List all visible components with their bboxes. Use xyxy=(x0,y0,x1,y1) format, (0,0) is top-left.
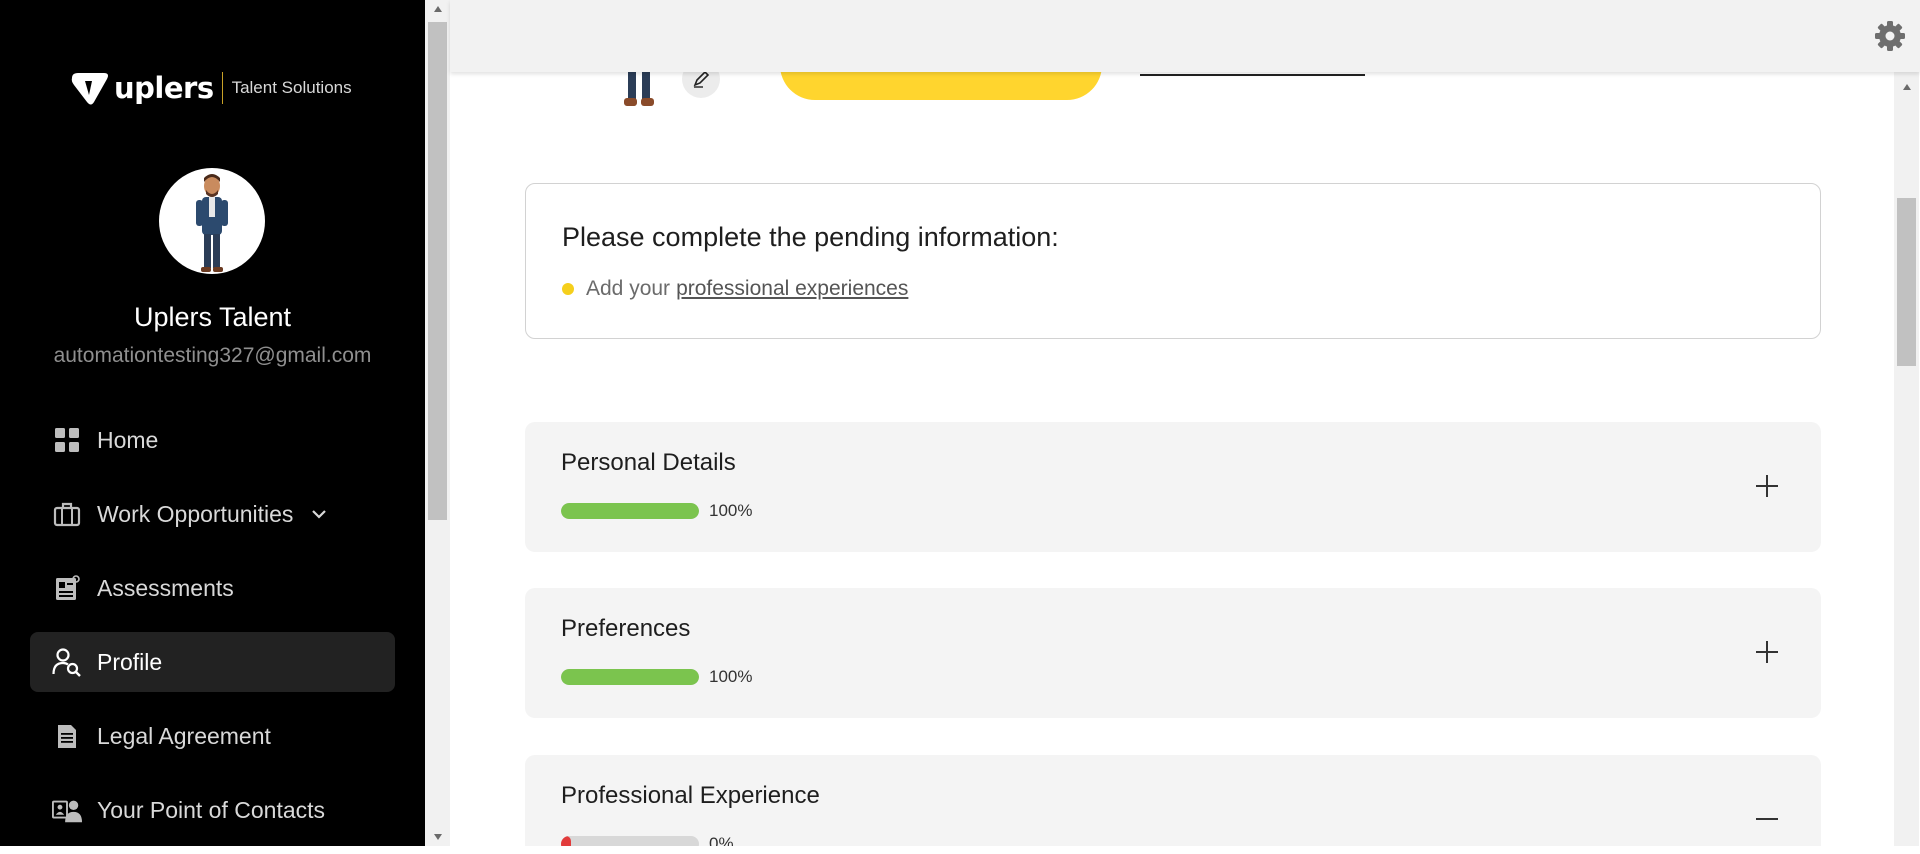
chevron-down-icon[interactable] xyxy=(311,506,327,522)
scroll-down-arrow-icon[interactable] xyxy=(425,828,450,846)
document-icon xyxy=(52,721,82,751)
section-personal-details[interactable]: Personal Details 100% xyxy=(525,422,1821,552)
sidebar-item-label: Profile xyxy=(97,648,163,675)
assessment-icon xyxy=(52,573,82,603)
pencil-icon xyxy=(693,70,710,88)
sidebar-item-assessments[interactable]: Assessments xyxy=(30,558,395,618)
logo-wordmark: uplers xyxy=(114,71,214,105)
sidebar-nav: Home Work Opportunities Assessments Prof… xyxy=(30,410,395,854)
section-preferences[interactable]: Preferences 100% xyxy=(525,588,1821,718)
sidebar: uplers Talent Solutions Uplers Talent au… xyxy=(0,0,425,846)
avatar[interactable] xyxy=(159,168,265,274)
sidebar-item-label: Assessments xyxy=(97,574,234,601)
user-email: automationtesting327@gmail.com xyxy=(53,344,372,367)
sidebar-item-label: Legal Agreement xyxy=(97,722,271,749)
gear-icon[interactable] xyxy=(1874,20,1906,52)
progress-fill xyxy=(561,836,571,846)
sidebar-scrollbar[interactable] xyxy=(425,0,450,846)
briefcase-icon xyxy=(52,499,82,529)
progress-fill xyxy=(561,669,699,685)
scroll-up-arrow-icon[interactable] xyxy=(1894,78,1919,96)
progress-bar xyxy=(561,836,699,846)
user-name: Uplers Talent xyxy=(133,302,292,332)
pending-item-prefix: Add your xyxy=(586,277,671,300)
main-scrollbar[interactable] xyxy=(1894,72,1919,846)
contacts-icon xyxy=(52,795,82,825)
section-title: Preferences xyxy=(561,615,691,642)
top-bar xyxy=(450,0,1920,72)
sidebar-item-legal-agreement[interactable]: Legal Agreement xyxy=(30,706,395,766)
progress-label: 100% xyxy=(709,501,753,520)
profile-search-icon xyxy=(52,647,82,677)
uplers-logo[interactable]: uplers Talent Solutions xyxy=(68,68,352,108)
section-professional-experience[interactable]: Professional Experience 0% xyxy=(525,755,1821,846)
main-scroll-thumb[interactable] xyxy=(1897,198,1916,366)
grid-icon xyxy=(52,425,82,455)
sidebar-item-home[interactable]: Home xyxy=(30,410,395,470)
sidebar-item-work-opportunities[interactable]: Work Opportunities xyxy=(30,484,395,544)
sidebar-item-profile[interactable]: Profile xyxy=(30,632,395,692)
sidebar-item-point-of-contacts[interactable]: Your Point of Contacts xyxy=(30,780,395,840)
pending-info-title: Please complete the pending information: xyxy=(562,222,1059,252)
pending-info-card: Please complete the pending information:… xyxy=(525,183,1821,339)
section-title: Professional Experience xyxy=(561,782,820,809)
professional-experiences-link[interactable]: professional experiences xyxy=(676,277,908,301)
secondary-link-underline[interactable] xyxy=(1140,74,1365,76)
plus-icon[interactable] xyxy=(1753,638,1781,666)
sidebar-item-label: Your Point of Contacts xyxy=(97,796,326,823)
sidebar-scroll-thumb[interactable] xyxy=(428,22,447,520)
plus-icon[interactable] xyxy=(1753,472,1781,500)
progress-label: 0% xyxy=(709,834,734,846)
logo-tagline: Talent Solutions xyxy=(231,78,352,97)
sidebar-item-label: Home xyxy=(97,426,159,453)
progress-bar xyxy=(561,669,699,685)
section-title: Personal Details xyxy=(561,449,736,476)
progress-bar xyxy=(561,503,699,519)
progress-label: 100% xyxy=(709,667,753,686)
bullet-dot-icon xyxy=(562,283,574,295)
logo-divider xyxy=(221,72,223,104)
progress-fill xyxy=(561,503,699,519)
pending-info-item: Add your professional experiences xyxy=(562,277,908,301)
uplers-logo-mark-icon xyxy=(71,73,108,105)
minus-icon[interactable] xyxy=(1753,805,1781,833)
scroll-up-arrow-icon[interactable] xyxy=(425,0,450,18)
avatar-figure-icon xyxy=(196,174,228,272)
main-content: SEE PUBLIC VIEW Please complete the pend… xyxy=(450,0,1894,846)
sidebar-item-label: Work Opportunities xyxy=(97,500,294,527)
